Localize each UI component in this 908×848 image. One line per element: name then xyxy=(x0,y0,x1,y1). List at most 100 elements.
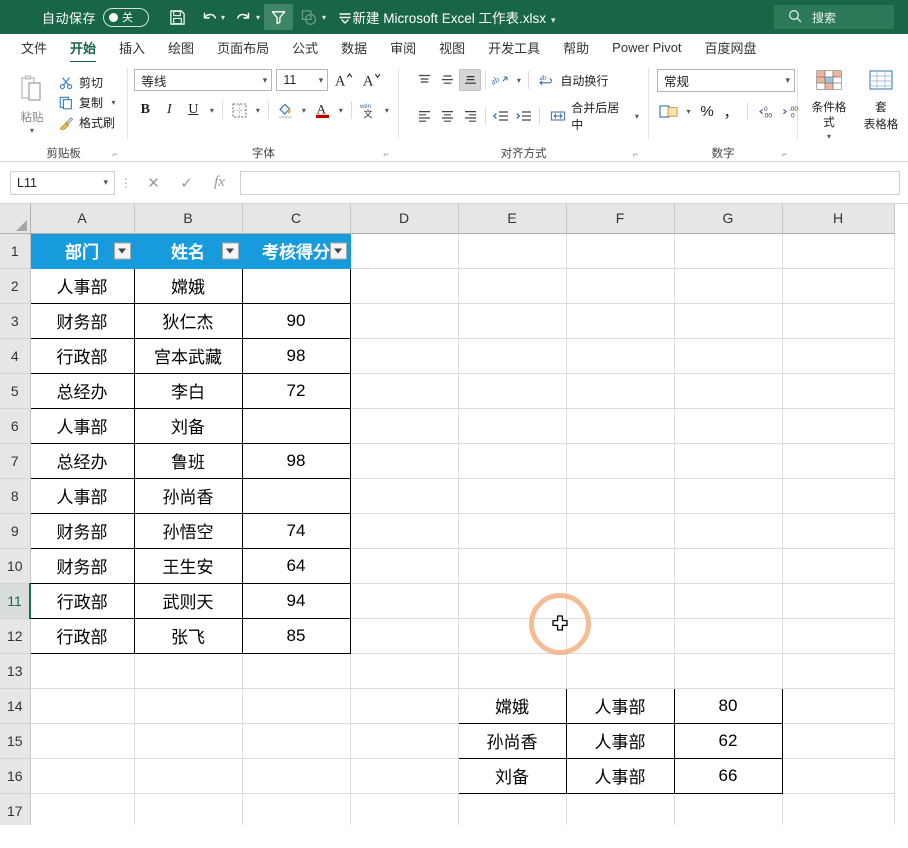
cell-H13[interactable] xyxy=(782,653,894,688)
ribbon-tab-8[interactable]: 视图 xyxy=(428,35,476,61)
cell-H15[interactable] xyxy=(782,723,894,758)
cell-F14[interactable]: 人事部 xyxy=(566,688,674,723)
fill-color-dropdown-caret[interactable]: ▾ xyxy=(298,106,309,115)
font-color-dropdown-caret[interactable]: ▾ xyxy=(335,106,346,115)
cell-B13[interactable] xyxy=(134,653,242,688)
cell-A16[interactable] xyxy=(30,758,134,793)
picture-dropdown-caret[interactable]: ▾ xyxy=(322,13,326,22)
row-header-10[interactable]: 10 xyxy=(0,548,30,583)
number-dialog-launcher[interactable]: ⌐ xyxy=(782,150,791,159)
decrease-indent-icon[interactable] xyxy=(490,105,512,127)
column-header-B[interactable]: B xyxy=(134,204,242,233)
alignment-dialog-launcher[interactable]: ⌐ xyxy=(633,150,642,159)
ribbon-tab-12[interactable]: 百度网盘 xyxy=(694,35,768,61)
merge-dropdown-caret[interactable]: ▾ xyxy=(632,112,642,121)
cell-E4[interactable] xyxy=(458,338,566,373)
select-all-corner[interactable] xyxy=(0,204,30,233)
cell-B5[interactable]: 李白 xyxy=(134,373,242,408)
cell-H8[interactable] xyxy=(782,478,894,513)
cell-F13[interactable] xyxy=(566,653,674,688)
cell-B8[interactable]: 孙尚香 xyxy=(134,478,242,513)
cell-G14[interactable]: 80 xyxy=(674,688,782,723)
cell-H3[interactable] xyxy=(782,303,894,338)
cell-F1[interactable] xyxy=(566,233,674,268)
autosave-control[interactable]: 自动保存 关 xyxy=(42,8,149,27)
cell-G2[interactable] xyxy=(674,268,782,303)
cell-F4[interactable] xyxy=(566,338,674,373)
redo-dropdown-caret[interactable]: ▾ xyxy=(256,13,260,22)
cell-B7[interactable]: 鲁班 xyxy=(134,443,242,478)
row-header-8[interactable]: 8 xyxy=(0,478,30,513)
clipboard-dialog-launcher[interactable]: ⌐ xyxy=(112,150,121,159)
cell-F10[interactable] xyxy=(566,548,674,583)
underline-dropdown-caret[interactable]: ▾ xyxy=(206,106,217,115)
cell-G17[interactable] xyxy=(674,793,782,825)
cell-E15[interactable]: 孙尚香 xyxy=(458,723,566,758)
filter-icon[interactable] xyxy=(264,4,293,30)
cell-F12[interactable] xyxy=(566,618,674,653)
cut-button[interactable]: 剪切 xyxy=(58,74,119,91)
row-header-1[interactable]: 1 xyxy=(0,233,30,268)
cell-H16[interactable] xyxy=(782,758,894,793)
cell-A3[interactable]: 财务部 xyxy=(30,303,134,338)
merge-center-button[interactable]: 合并后居中 ▾ xyxy=(550,99,642,133)
cell-E10[interactable] xyxy=(458,548,566,583)
row-header-12[interactable]: 12 xyxy=(0,618,30,653)
cell-C1[interactable]: 考核得分 xyxy=(242,233,350,268)
copy-button[interactable]: 复制 ▾ xyxy=(58,94,119,111)
cell-D16[interactable] xyxy=(350,758,458,793)
ribbon-tab-3[interactable]: 绘图 xyxy=(157,35,205,61)
cell-A14[interactable] xyxy=(30,688,134,723)
picture-icon[interactable] xyxy=(295,4,324,30)
cell-G3[interactable] xyxy=(674,303,782,338)
align-center-icon[interactable] xyxy=(436,105,458,127)
row-header-6[interactable]: 6 xyxy=(0,408,30,443)
cell-D15[interactable] xyxy=(350,723,458,758)
customize-qat-icon[interactable] xyxy=(330,4,359,30)
cell-E2[interactable] xyxy=(458,268,566,303)
conditional-formatting-caret[interactable]: ▾ xyxy=(823,132,834,142)
ribbon-tab-9[interactable]: 开发工具 xyxy=(477,35,551,61)
cell-G4[interactable] xyxy=(674,338,782,373)
column-header-G[interactable]: G xyxy=(674,204,782,233)
cell-D3[interactable] xyxy=(350,303,458,338)
cell-D5[interactable] xyxy=(350,373,458,408)
cell-C7[interactable]: 98 xyxy=(242,443,350,478)
shrink-font-icon[interactable]: A xyxy=(360,69,384,91)
cell-C5[interactable]: 72 xyxy=(242,373,350,408)
cell-D8[interactable] xyxy=(350,478,458,513)
cell-B11[interactable]: 武则天 xyxy=(134,583,242,618)
ribbon-tab-0[interactable]: 文件 xyxy=(10,35,58,61)
align-bottom-icon[interactable] xyxy=(459,69,481,91)
cell-B2[interactable]: 嫦娥 xyxy=(134,268,242,303)
cell-E7[interactable] xyxy=(458,443,566,478)
cell-B16[interactable] xyxy=(134,758,242,793)
cell-H5[interactable] xyxy=(782,373,894,408)
cell-G13[interactable] xyxy=(674,653,782,688)
cell-H7[interactable] xyxy=(782,443,894,478)
column-header-A[interactable]: A xyxy=(30,204,134,233)
row-header-13[interactable]: 13 xyxy=(0,653,30,688)
cell-C14[interactable] xyxy=(242,688,350,723)
cell-A11[interactable]: 行政部 xyxy=(30,583,134,618)
cell-A5[interactable]: 总经办 xyxy=(30,373,134,408)
column-header-E[interactable]: E xyxy=(458,204,566,233)
cell-F2[interactable] xyxy=(566,268,674,303)
cell-H1[interactable] xyxy=(782,233,894,268)
cell-C17[interactable] xyxy=(242,793,350,825)
cell-B12[interactable]: 张飞 xyxy=(134,618,242,653)
cell-C15[interactable] xyxy=(242,723,350,758)
cell-G10[interactable] xyxy=(674,548,782,583)
font-dialog-launcher[interactable]: ⌐ xyxy=(383,150,392,159)
underline-button[interactable]: U xyxy=(182,99,204,121)
cell-E6[interactable] xyxy=(458,408,566,443)
bold-button[interactable]: B xyxy=(134,99,156,121)
cell-A8[interactable]: 人事部 xyxy=(30,478,134,513)
cell-H17[interactable] xyxy=(782,793,894,825)
accounting-format-icon[interactable] xyxy=(657,100,681,122)
cell-A17[interactable] xyxy=(30,793,134,825)
cell-G5[interactable] xyxy=(674,373,782,408)
cell-E12[interactable] xyxy=(458,618,566,653)
cell-F7[interactable] xyxy=(566,443,674,478)
cell-G15[interactable]: 62 xyxy=(674,723,782,758)
